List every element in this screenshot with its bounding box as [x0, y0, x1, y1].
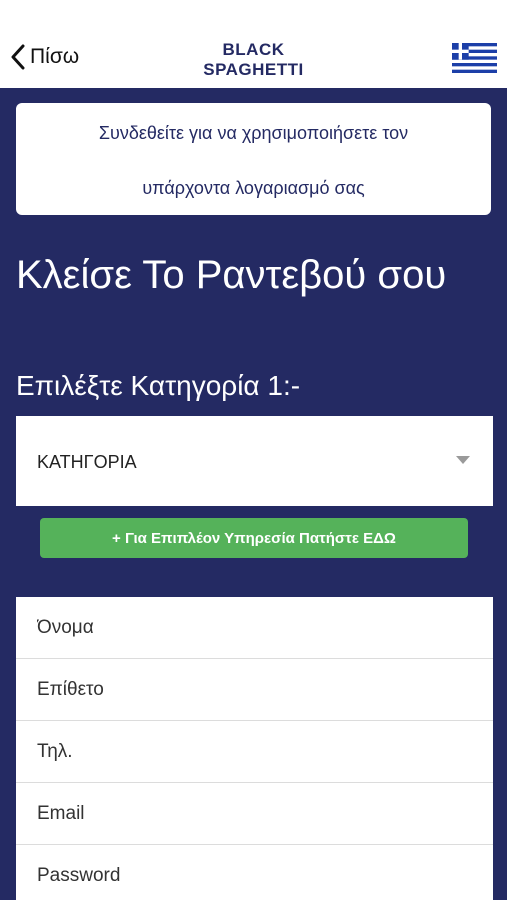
page-title: Κλείσε Το Ραντεβού σου	[16, 253, 447, 297]
phone-row	[16, 721, 493, 783]
login-notice-line-2: υπάρχοντα λογαριασμό σας	[142, 178, 365, 198]
password-row	[16, 845, 493, 900]
first-name-row	[16, 597, 493, 659]
brand-line-1: BLACK	[222, 40, 285, 59]
last-name-input[interactable]	[16, 659, 493, 720]
category-subtitle: Επιλέξτε Κατηγορία 1:-	[16, 370, 301, 401]
customer-form	[16, 597, 493, 900]
add-service-button[interactable]: + Για Επιπλέον Υπηρεσία Πατήστε ΕΔΩ	[40, 518, 468, 558]
brand-logo: BLACK SPAGHETTI	[0, 40, 507, 80]
greece-flag-icon[interactable]	[452, 43, 497, 73]
category-select-value: ΚΑΤΗΓΟΡΙΑ	[37, 452, 137, 472]
brand-line-2: SPAGHETTI	[203, 60, 304, 79]
first-name-input[interactable]	[16, 597, 493, 658]
last-name-row	[16, 659, 493, 721]
password-input[interactable]	[16, 845, 493, 900]
caret-down-icon	[456, 456, 470, 464]
login-notice[interactable]: Συνδεθείτε για να χρησιμοποιήσετε τον υπ…	[16, 103, 491, 215]
login-notice-line-1: Συνδεθείτε για να χρησιμοποιήσετε τον	[98, 123, 409, 143]
category-select[interactable]: ΚΑΤΗΓΟΡΙΑ	[16, 416, 493, 506]
phone-input[interactable]	[16, 721, 493, 782]
email-input[interactable]	[16, 783, 493, 844]
email-row	[16, 783, 493, 845]
top-bar: Πίσω BLACK SPAGHETTI	[0, 0, 507, 88]
